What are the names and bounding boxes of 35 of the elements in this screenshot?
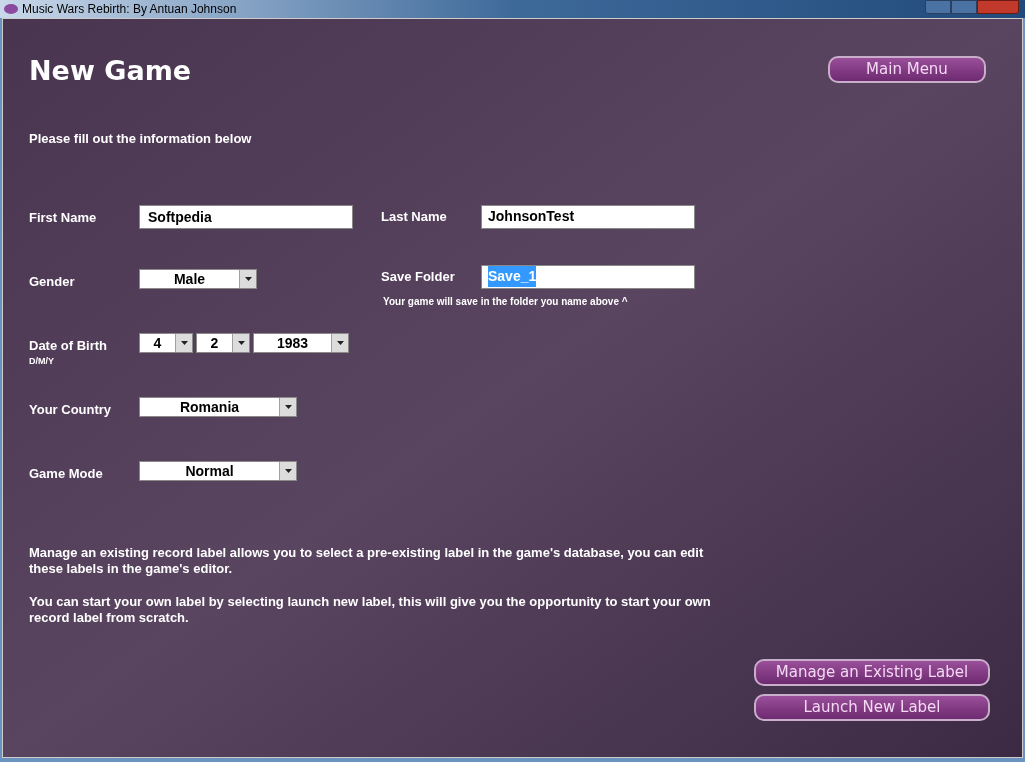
field-label: Gender [29,272,76,291]
field-label: Last Name [381,207,448,226]
info-paragraph: Manage an existing record label allows you to select a pre-existing label in the game's database, you can edit these labels in the game's editor. [29,544,705,577]
caret-icon [232,333,249,352]
caret-icon [331,333,348,352]
field-label: Your Country [29,400,113,419]
caret-icon [279,461,296,480]
caret-icon [239,269,256,288]
field-label: First Name [29,208,98,227]
input-field[interactable]: Softpedia [139,204,353,229]
app-icon [4,4,18,14]
save-folder-note: Your game will save in the folder you name above ^ [383,294,629,309]
dropdown[interactable]: Romania [139,396,297,417]
caret-icon [175,333,192,352]
dropdown[interactable]: 2 [196,332,250,353]
menu-button[interactable]: Main Menu [828,56,986,83]
dropdown[interactable]: Normal [139,460,297,481]
menu-button[interactable]: Manage an Existing Label [754,659,990,686]
minimize-button[interactable] [925,0,951,14]
intro-text: Please fill out the information below [29,130,253,148]
menu-button[interactable]: Launch New Label [754,694,990,721]
dropdown[interactable]: 4 [139,332,193,353]
input-field[interactable]: JohnsonTest [481,204,695,229]
close-button[interactable] [977,0,1019,14]
window-title: Music Wars Rebirth: By Antuan Johnson [22,1,237,18]
dropdown[interactable]: Male [139,268,257,289]
field-label: Game Mode [29,464,104,483]
caret-icon [279,397,296,416]
maximize-button[interactable] [951,0,977,14]
dropdown[interactable]: 1983 [253,332,349,353]
field-label: Save Folder [381,267,456,286]
info-paragraph: You can start your own label by selecting launch new label, this will give you the opportunity to start your own record label from scratch. [29,593,712,626]
page-heading: New Game [29,55,192,87]
field-label: Date of Birth [29,336,108,355]
date-format-hint: D/M/Y [29,355,55,368]
